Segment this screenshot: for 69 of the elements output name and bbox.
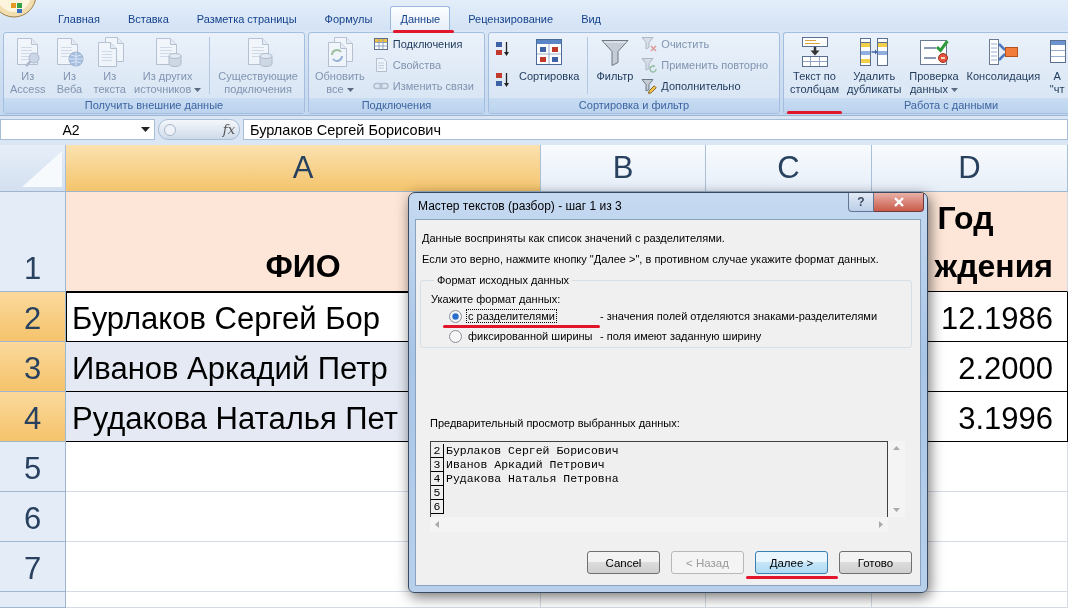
help-button[interactable]: ? bbox=[848, 193, 874, 212]
scroll-down-icon[interactable] bbox=[893, 508, 900, 512]
insert-function-button[interactable]: fx bbox=[220, 122, 237, 137]
sort-ascending-icon bbox=[495, 40, 511, 57]
vertical-scrollbar[interactable] bbox=[888, 441, 905, 517]
select-all-button[interactable] bbox=[0, 145, 66, 192]
small-table-icon bbox=[372, 35, 389, 52]
column-header[interactable]: B bbox=[541, 145, 706, 192]
name-box[interactable]: A2 bbox=[0, 119, 155, 140]
row-header[interactable]: 7 bbox=[0, 542, 66, 592]
line-number: 3 bbox=[431, 458, 444, 472]
line-number: 6 bbox=[431, 500, 444, 514]
horizontal-scrollbar[interactable] bbox=[430, 517, 888, 532]
formula-field[interactable]: Бурлаков Сергей Борисович bbox=[243, 119, 1068, 140]
column-header[interactable]: D bbox=[872, 145, 1068, 192]
ribbon-tab[interactable]: Вставка bbox=[113, 6, 183, 30]
ribbon-button[interactable]: Удалить дубликаты bbox=[844, 34, 905, 96]
merge-lists-icon bbox=[987, 36, 1020, 68]
ribbon-button[interactable]: Текст по столбцам bbox=[787, 34, 842, 96]
ribbon-tab[interactable]: Разметка страницы bbox=[182, 6, 311, 30]
scroll-right-icon[interactable] bbox=[879, 521, 883, 528]
funnel-clear-icon bbox=[641, 35, 658, 52]
close-button[interactable] bbox=[874, 193, 924, 212]
ribbon-tab[interactable]: Рецензирование bbox=[454, 6, 568, 30]
scroll-up-icon[interactable] bbox=[893, 446, 900, 450]
app-menu-button[interactable] bbox=[0, 0, 38, 18]
group-label: Получить внешние данные bbox=[4, 98, 304, 113]
ribbon-tab[interactable]: Данные bbox=[390, 6, 451, 30]
row-header[interactable] bbox=[0, 592, 66, 608]
scroll-left-icon[interactable] bbox=[435, 521, 439, 528]
row-header[interactable]: 5 bbox=[0, 442, 66, 492]
ribbon-tab[interactable]: Вид bbox=[567, 6, 616, 30]
row-header[interactable]: 3 bbox=[0, 342, 66, 392]
ribbon-tab[interactable]: Главная bbox=[44, 6, 114, 30]
close-icon bbox=[892, 197, 905, 207]
line-number: 5 bbox=[431, 486, 444, 500]
resize-dot-icon[interactable] bbox=[164, 123, 176, 136]
preview-text: Иванов Аркадий Петрович bbox=[445, 458, 605, 472]
ribbon-button[interactable]: Проверка данных bbox=[906, 34, 962, 96]
column-header[interactable]: A bbox=[66, 145, 541, 192]
dialog-button[interactable]: Cancel bbox=[587, 551, 660, 574]
ribbon-button[interactable]: Фильтр bbox=[593, 34, 637, 83]
corner-triangle-icon bbox=[22, 151, 62, 187]
group-label: Работа с данными bbox=[784, 98, 1068, 113]
ribbon-button[interactable]: Сортировка bbox=[516, 34, 583, 83]
row-header[interactable]: 1 bbox=[0, 192, 66, 292]
row-header[interactable]: 6 bbox=[0, 492, 66, 542]
funnel-refresh-icon bbox=[641, 56, 658, 73]
ribbon-button[interactable]: Подключения bbox=[369, 33, 466, 54]
group-label: Подключения bbox=[309, 98, 484, 113]
duplicate-columns-icon bbox=[858, 36, 891, 68]
line-number: 4 bbox=[431, 472, 444, 486]
ribbon-button[interactable]: Консолидация bbox=[963, 34, 1044, 83]
row-header[interactable]: 2 bbox=[0, 292, 66, 342]
dialog-button[interactable]: Далее > bbox=[755, 551, 828, 574]
line-number: 2 bbox=[431, 444, 444, 458]
dropdown-caret-icon bbox=[141, 127, 150, 132]
sort-descending-icon bbox=[495, 72, 511, 89]
preview-text: Бурлаков Сергей Борисович bbox=[445, 444, 619, 458]
option-description: - поля имеют заданную ширину bbox=[600, 329, 763, 343]
group-label: Сортировка и фильтр bbox=[489, 98, 779, 113]
ribbon-button[interactable]: Дополнительно bbox=[638, 75, 744, 96]
ribbon-button[interactable]: А "чт bbox=[1045, 34, 1068, 96]
column-header[interactable]: C bbox=[706, 145, 872, 192]
ribbon-tab[interactable]: Формулы bbox=[310, 6, 387, 30]
dialog-button[interactable]: Готово bbox=[839, 551, 912, 574]
row-header[interactable]: 4 bbox=[0, 392, 66, 442]
preview-text: Рудакова Наталья Петровна bbox=[445, 472, 619, 486]
funnel-pencil-icon bbox=[641, 77, 658, 94]
